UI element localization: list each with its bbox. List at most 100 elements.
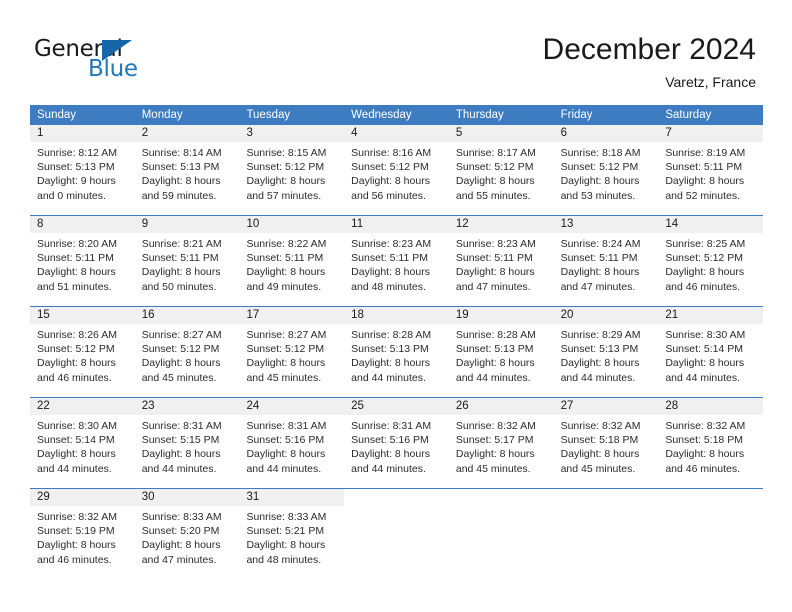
calendar-week-row: 29 Sunrise: 8:32 AM Sunset: 5:19 PM Dayligh… <box>30 488 763 579</box>
daylight-text-line2: and 45 minutes. <box>455 462 531 475</box>
calendar-day-cell[interactable]: 4 Sunrise: 8:16 AM Sunset: 5:12 PM Daylight… <box>344 125 449 215</box>
daylight-text-line1: Daylight: 8 hours <box>560 175 640 188</box>
calendar-day-cell[interactable]: 15 Sunrise: 8:26 AM Sunset: 5:12 PM Dayligh… <box>30 307 135 397</box>
sunset-text: Sunset: 5:12 PM <box>560 161 639 174</box>
sunset-text: Sunset: 5:11 PM <box>246 252 324 265</box>
calendar-day-cell[interactable]: 3 Sunrise: 8:15 AM Sunset: 5:12 PM Daylight… <box>239 125 345 215</box>
calendar-day-cell[interactable]: 28 Sunrise: 8:32 AM Sunset: 5:18 PM Dayligh… <box>658 398 764 488</box>
day-number-strip: 26 <box>448 398 554 415</box>
sunset-text: Sunset: 5:20 PM <box>141 525 220 538</box>
title-block: December 2024 Varetz, France <box>543 32 756 91</box>
calendar-day-cell[interactable]: 21 Sunrise: 8:30 AM Sunset: 5:14 PM Dayligh… <box>658 307 764 397</box>
day-info: Sunrise: 8:33 AM Sunset: 5:21 PM Daylight:… <box>239 506 344 567</box>
calendar-day-cell[interactable]: 22 Sunrise: 8:30 AM Sunset: 5:14 PM Dayligh… <box>30 398 135 488</box>
calendar-day-cell[interactable]: 2 Sunrise: 8:14 AM Sunset: 5:13 PM Daylight… <box>134 125 240 215</box>
day-info: Sunrise: 8:22 AM Sunset: 5:11 PM Daylight:… <box>239 233 344 294</box>
day-number-strip <box>554 489 659 506</box>
daylight-text-line2: and 44 minutes. <box>665 371 741 384</box>
calendar-day-cell[interactable]: 5 Sunrise: 8:17 AM Sunset: 5:12 PM Daylight… <box>448 125 554 215</box>
daylight-text-line1: Daylight: 8 hours <box>455 175 535 188</box>
calendar-day-cell[interactable]: 23 Sunrise: 8:31 AM Sunset: 5:15 PM Dayligh… <box>134 398 240 488</box>
sunrise-text: Sunrise: 8:20 AM <box>37 238 117 250</box>
calendar-day-cell[interactable]: 24 Sunrise: 8:31 AM Sunset: 5:16 PM Dayligh… <box>239 398 345 488</box>
sunrise-text: Sunrise: 8:32 AM <box>560 420 641 432</box>
sunrise-text: Sunrise: 8:33 AM <box>141 511 222 523</box>
day-number: 15 <box>37 309 50 321</box>
day-number-strip: 31 <box>239 489 345 506</box>
daylight-text-line1: Daylight: 8 hours <box>665 357 745 370</box>
day-info: Sunrise: 8:20 AM Sunset: 5:11 PM Daylight:… <box>30 233 135 294</box>
calendar-day-cell[interactable]: 29 Sunrise: 8:32 AM Sunset: 5:19 PM Dayligh… <box>30 489 135 579</box>
calendar-day-cell[interactable]: 13 Sunrise: 8:24 AM Sunset: 5:11 PM Dayligh… <box>553 216 659 306</box>
daylight-text-line2: and 44 minutes. <box>246 462 322 475</box>
day-info: Sunrise: 8:23 AM Sunset: 5:11 PM Daylight:… <box>344 233 449 294</box>
sunrise-text: Sunrise: 8:14 AM <box>141 147 222 159</box>
calendar-day-cell[interactable]: 12 Sunrise: 8:23 AM Sunset: 5:11 PM Dayligh… <box>448 216 554 306</box>
weekday-wednesday: Wednesday <box>351 109 412 121</box>
calendar-day-cell[interactable]: 30 Sunrise: 8:33 AM Sunset: 5:20 PM Dayligh… <box>134 489 240 579</box>
sunrise-text: Sunrise: 8:28 AM <box>351 329 432 341</box>
daylight-text-line1: Daylight: 8 hours <box>141 357 221 370</box>
sunrise-text: Sunrise: 8:28 AM <box>455 329 536 341</box>
day-number-strip: 8 <box>30 216 135 233</box>
calendar-day-cell[interactable]: 10 Sunrise: 8:22 AM Sunset: 5:11 PM Dayligh… <box>239 216 345 306</box>
sunset-text: Sunset: 5:12 PM <box>246 161 325 174</box>
daylight-text-line2: and 44 minutes. <box>560 371 636 384</box>
daylight-text-line1: Daylight: 8 hours <box>246 539 326 552</box>
day-info: Sunrise: 8:28 AM Sunset: 5:13 PM Daylight:… <box>449 324 554 385</box>
day-number: 11 <box>351 218 364 230</box>
calendar-day-cell[interactable]: 14 Sunrise: 8:25 AM Sunset: 5:12 PM Dayligh… <box>658 216 764 306</box>
day-number: 18 <box>351 309 364 321</box>
calendar-day-cell[interactable]: 20 Sunrise: 8:29 AM Sunset: 5:13 PM Dayligh… <box>553 307 659 397</box>
day-number-strip: 3 <box>239 125 345 142</box>
sunset-text: Sunset: 5:11 PM <box>351 252 429 265</box>
day-info: Sunrise: 8:18 AM Sunset: 5:12 PM Daylight:… <box>554 142 659 203</box>
daylight-text-line1: Daylight: 8 hours <box>141 539 221 552</box>
calendar-day-cell-empty <box>658 489 763 579</box>
day-number: 4 <box>351 127 358 139</box>
calendar-day-cell[interactable]: 1 Sunrise: 8:12 AM Sunset: 5:13 PM Daylight… <box>30 125 135 215</box>
calendar-day-cell[interactable]: 26 Sunrise: 8:32 AM Sunset: 5:17 PM Dayligh… <box>448 398 554 488</box>
calendar-day-cell[interactable]: 7 Sunrise: 8:19 AM Sunset: 5:11 PM Daylight… <box>658 125 764 215</box>
day-number: 3 <box>246 127 253 139</box>
daylight-text-line2: and 45 minutes. <box>560 462 636 475</box>
location-label: Varetz, France <box>665 74 756 90</box>
daylight-text-line1: Daylight: 8 hours <box>141 175 221 188</box>
sunset-text: Sunset: 5:17 PM <box>455 434 534 447</box>
calendar-day-cell[interactable]: 9 Sunrise: 8:21 AM Sunset: 5:11 PM Daylight… <box>134 216 240 306</box>
weekday-saturday: Saturday <box>665 109 712 121</box>
day-info: Sunrise: 8:27 AM Sunset: 5:12 PM Daylight:… <box>239 324 344 385</box>
day-info: Sunrise: 8:26 AM Sunset: 5:12 PM Daylight:… <box>30 324 135 385</box>
sunrise-text: Sunrise: 8:31 AM <box>246 420 327 432</box>
day-number: 1 <box>37 127 44 139</box>
calendar-day-cell[interactable]: 25 Sunrise: 8:31 AM Sunset: 5:16 PM Dayligh… <box>344 398 449 488</box>
calendar-day-cell[interactable]: 11 Sunrise: 8:23 AM Sunset: 5:11 PM Dayligh… <box>344 216 449 306</box>
daylight-text-line1: Daylight: 8 hours <box>141 266 221 279</box>
day-info: Sunrise: 8:19 AM Sunset: 5:11 PM Daylight:… <box>658 142 763 203</box>
weekday-header-row: Sunday Monday Tuesday Wednesday Thursday… <box>30 105 763 125</box>
day-number: 12 <box>455 218 469 230</box>
day-info: Sunrise: 8:32 AM Sunset: 5:17 PM Daylight:… <box>449 415 554 476</box>
day-number-strip: 16 <box>134 307 240 324</box>
daylight-text-line2: and 47 minutes. <box>455 280 531 293</box>
day-number-strip: 1 <box>30 125 135 142</box>
calendar-day-cell[interactable]: 8 Sunrise: 8:20 AM Sunset: 5:11 PM Daylight… <box>30 216 135 306</box>
calendar-day-cell[interactable]: 27 Sunrise: 8:32 AM Sunset: 5:18 PM Dayligh… <box>553 398 659 488</box>
day-number-strip: 6 <box>553 125 659 142</box>
day-info: Sunrise: 8:30 AM Sunset: 5:14 PM Daylight:… <box>658 324 763 385</box>
calendar-day-cell[interactable]: 31 Sunrise: 8:33 AM Sunset: 5:21 PM Dayligh… <box>239 489 345 579</box>
day-number-strip: 5 <box>448 125 554 142</box>
daylight-text-line2: and 50 minutes. <box>141 280 217 293</box>
calendar-day-cell[interactable]: 16 Sunrise: 8:27 AM Sunset: 5:12 PM Dayligh… <box>134 307 240 397</box>
daylight-text-line2: and 45 minutes. <box>141 371 217 384</box>
day-number-strip: 10 <box>239 216 345 233</box>
daylight-text-line1: Daylight: 8 hours <box>37 448 116 461</box>
calendar-day-cell[interactable]: 17 Sunrise: 8:27 AM Sunset: 5:12 PM Dayligh… <box>239 307 345 397</box>
day-number-strip: 2 <box>134 125 240 142</box>
sunset-text: Sunset: 5:16 PM <box>351 434 429 447</box>
brand-logo[interactable]: General Blue <box>34 36 214 86</box>
calendar-day-cell[interactable]: 18 Sunrise: 8:28 AM Sunset: 5:13 PM Dayligh… <box>344 307 449 397</box>
calendar-day-cell[interactable]: 19 Sunrise: 8:28 AM Sunset: 5:13 PM Dayligh… <box>448 307 554 397</box>
calendar-day-cell[interactable]: 6 Sunrise: 8:18 AM Sunset: 5:12 PM Daylight… <box>553 125 659 215</box>
sunrise-text: Sunrise: 8:31 AM <box>141 420 222 432</box>
